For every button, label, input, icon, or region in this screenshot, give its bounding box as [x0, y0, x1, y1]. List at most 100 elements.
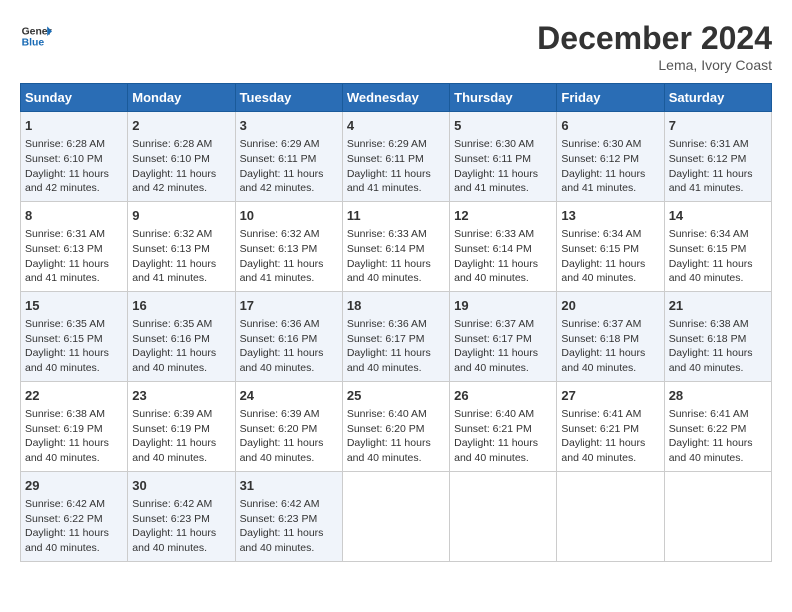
- day-number: 5: [454, 117, 552, 135]
- title-block: December 2024 Lema, Ivory Coast: [537, 20, 772, 73]
- sunset-label: Sunset: 6:17 PM: [454, 333, 532, 345]
- sunset-label: Sunset: 6:17 PM: [347, 333, 425, 345]
- sunset-label: Sunset: 6:16 PM: [132, 333, 210, 345]
- sunset-label: Sunset: 6:10 PM: [25, 153, 103, 165]
- daylight-label: Daylight: 11 hours and 40 minutes.: [240, 347, 324, 374]
- calendar-week-row: 22 Sunrise: 6:38 AM Sunset: 6:19 PM Dayl…: [21, 381, 772, 471]
- daylight-label: Daylight: 11 hours and 40 minutes.: [25, 437, 109, 464]
- day-number: 4: [347, 117, 445, 135]
- day-number: 18: [347, 297, 445, 315]
- page-header: General Blue December 2024 Lema, Ivory C…: [20, 20, 772, 73]
- sunset-label: Sunset: 6:22 PM: [25, 513, 103, 525]
- sunrise-label: Sunrise: 6:29 AM: [240, 138, 320, 150]
- day-number: 16: [132, 297, 230, 315]
- sunrise-label: Sunrise: 6:41 AM: [669, 408, 749, 420]
- daylight-label: Daylight: 11 hours and 40 minutes.: [454, 437, 538, 464]
- sunset-label: Sunset: 6:11 PM: [454, 153, 531, 165]
- daylight-label: Daylight: 11 hours and 42 minutes.: [25, 168, 109, 195]
- sunrise-label: Sunrise: 6:32 AM: [240, 228, 320, 240]
- header-saturday: Saturday: [664, 84, 771, 112]
- calendar-cell: 9 Sunrise: 6:32 AM Sunset: 6:13 PM Dayli…: [128, 201, 235, 291]
- calendar-cell: 31 Sunrise: 6:42 AM Sunset: 6:23 PM Dayl…: [235, 471, 342, 561]
- sunrise-label: Sunrise: 6:39 AM: [132, 408, 212, 420]
- calendar-header: Sunday Monday Tuesday Wednesday Thursday…: [21, 84, 772, 112]
- sunrise-label: Sunrise: 6:38 AM: [669, 318, 749, 330]
- calendar-table: Sunday Monday Tuesday Wednesday Thursday…: [20, 83, 772, 562]
- day-number: 23: [132, 387, 230, 405]
- header-sunday: Sunday: [21, 84, 128, 112]
- sunrise-label: Sunrise: 6:33 AM: [454, 228, 534, 240]
- sunrise-label: Sunrise: 6:38 AM: [25, 408, 105, 420]
- day-number: 13: [561, 207, 659, 225]
- day-number: 17: [240, 297, 338, 315]
- daylight-label: Daylight: 11 hours and 40 minutes.: [561, 437, 645, 464]
- sunrise-label: Sunrise: 6:34 AM: [669, 228, 749, 240]
- calendar-cell: 29 Sunrise: 6:42 AM Sunset: 6:22 PM Dayl…: [21, 471, 128, 561]
- calendar-week-row: 1 Sunrise: 6:28 AM Sunset: 6:10 PM Dayli…: [21, 112, 772, 202]
- sunset-label: Sunset: 6:22 PM: [669, 423, 747, 435]
- sunset-label: Sunset: 6:11 PM: [347, 153, 424, 165]
- day-number: 14: [669, 207, 767, 225]
- sunrise-label: Sunrise: 6:41 AM: [561, 408, 641, 420]
- calendar-cell: 28 Sunrise: 6:41 AM Sunset: 6:22 PM Dayl…: [664, 381, 771, 471]
- sunset-label: Sunset: 6:19 PM: [25, 423, 103, 435]
- calendar-week-row: 15 Sunrise: 6:35 AM Sunset: 6:15 PM Dayl…: [21, 291, 772, 381]
- sunset-label: Sunset: 6:18 PM: [669, 333, 747, 345]
- daylight-label: Daylight: 11 hours and 40 minutes.: [132, 437, 216, 464]
- location: Lema, Ivory Coast: [537, 57, 772, 73]
- logo-icon: General Blue: [20, 20, 52, 52]
- day-number: 27: [561, 387, 659, 405]
- calendar-cell: 18 Sunrise: 6:36 AM Sunset: 6:17 PM Dayl…: [342, 291, 449, 381]
- month-title: December 2024: [537, 20, 772, 57]
- day-number: 7: [669, 117, 767, 135]
- day-number: 29: [25, 477, 123, 495]
- header-friday: Friday: [557, 84, 664, 112]
- sunrise-label: Sunrise: 6:36 AM: [240, 318, 320, 330]
- day-number: 3: [240, 117, 338, 135]
- day-number: 20: [561, 297, 659, 315]
- sunset-label: Sunset: 6:15 PM: [25, 333, 103, 345]
- sunrise-label: Sunrise: 6:28 AM: [132, 138, 212, 150]
- calendar-cell: 10 Sunrise: 6:32 AM Sunset: 6:13 PM Dayl…: [235, 201, 342, 291]
- sunrise-label: Sunrise: 6:28 AM: [25, 138, 105, 150]
- sunrise-label: Sunrise: 6:32 AM: [132, 228, 212, 240]
- calendar-cell: 30 Sunrise: 6:42 AM Sunset: 6:23 PM Dayl…: [128, 471, 235, 561]
- sunset-label: Sunset: 6:23 PM: [240, 513, 318, 525]
- calendar-cell: 8 Sunrise: 6:31 AM Sunset: 6:13 PM Dayli…: [21, 201, 128, 291]
- sunrise-label: Sunrise: 6:31 AM: [669, 138, 749, 150]
- header-tuesday: Tuesday: [235, 84, 342, 112]
- daylight-label: Daylight: 11 hours and 40 minutes.: [240, 437, 324, 464]
- calendar-cell: [450, 471, 557, 561]
- calendar-cell: 26 Sunrise: 6:40 AM Sunset: 6:21 PM Dayl…: [450, 381, 557, 471]
- calendar-cell: 1 Sunrise: 6:28 AM Sunset: 6:10 PM Dayli…: [21, 112, 128, 202]
- calendar-cell: 3 Sunrise: 6:29 AM Sunset: 6:11 PM Dayli…: [235, 112, 342, 202]
- daylight-label: Daylight: 11 hours and 40 minutes.: [240, 527, 324, 554]
- daylight-label: Daylight: 11 hours and 41 minutes.: [669, 168, 753, 195]
- daylight-label: Daylight: 11 hours and 40 minutes.: [561, 258, 645, 285]
- header-monday: Monday: [128, 84, 235, 112]
- sunset-label: Sunset: 6:16 PM: [240, 333, 318, 345]
- calendar-cell: 15 Sunrise: 6:35 AM Sunset: 6:15 PM Dayl…: [21, 291, 128, 381]
- daylight-label: Daylight: 11 hours and 40 minutes.: [454, 347, 538, 374]
- day-number: 6: [561, 117, 659, 135]
- calendar-body: 1 Sunrise: 6:28 AM Sunset: 6:10 PM Dayli…: [21, 112, 772, 562]
- sunset-label: Sunset: 6:14 PM: [454, 243, 532, 255]
- daylight-label: Daylight: 11 hours and 40 minutes.: [132, 347, 216, 374]
- sunset-label: Sunset: 6:10 PM: [132, 153, 210, 165]
- daylight-label: Daylight: 11 hours and 40 minutes.: [347, 437, 431, 464]
- sunrise-label: Sunrise: 6:40 AM: [347, 408, 427, 420]
- sunset-label: Sunset: 6:19 PM: [132, 423, 210, 435]
- day-number: 10: [240, 207, 338, 225]
- day-number: 9: [132, 207, 230, 225]
- daylight-label: Daylight: 11 hours and 40 minutes.: [347, 347, 431, 374]
- svg-text:Blue: Blue: [22, 38, 45, 49]
- sunrise-label: Sunrise: 6:35 AM: [25, 318, 105, 330]
- daylight-label: Daylight: 11 hours and 42 minutes.: [132, 168, 216, 195]
- calendar-cell: 24 Sunrise: 6:39 AM Sunset: 6:20 PM Dayl…: [235, 381, 342, 471]
- header-thursday: Thursday: [450, 84, 557, 112]
- sunrise-label: Sunrise: 6:42 AM: [132, 498, 212, 510]
- calendar-cell: 7 Sunrise: 6:31 AM Sunset: 6:12 PM Dayli…: [664, 112, 771, 202]
- calendar-cell: [664, 471, 771, 561]
- day-number: 30: [132, 477, 230, 495]
- sunrise-label: Sunrise: 6:33 AM: [347, 228, 427, 240]
